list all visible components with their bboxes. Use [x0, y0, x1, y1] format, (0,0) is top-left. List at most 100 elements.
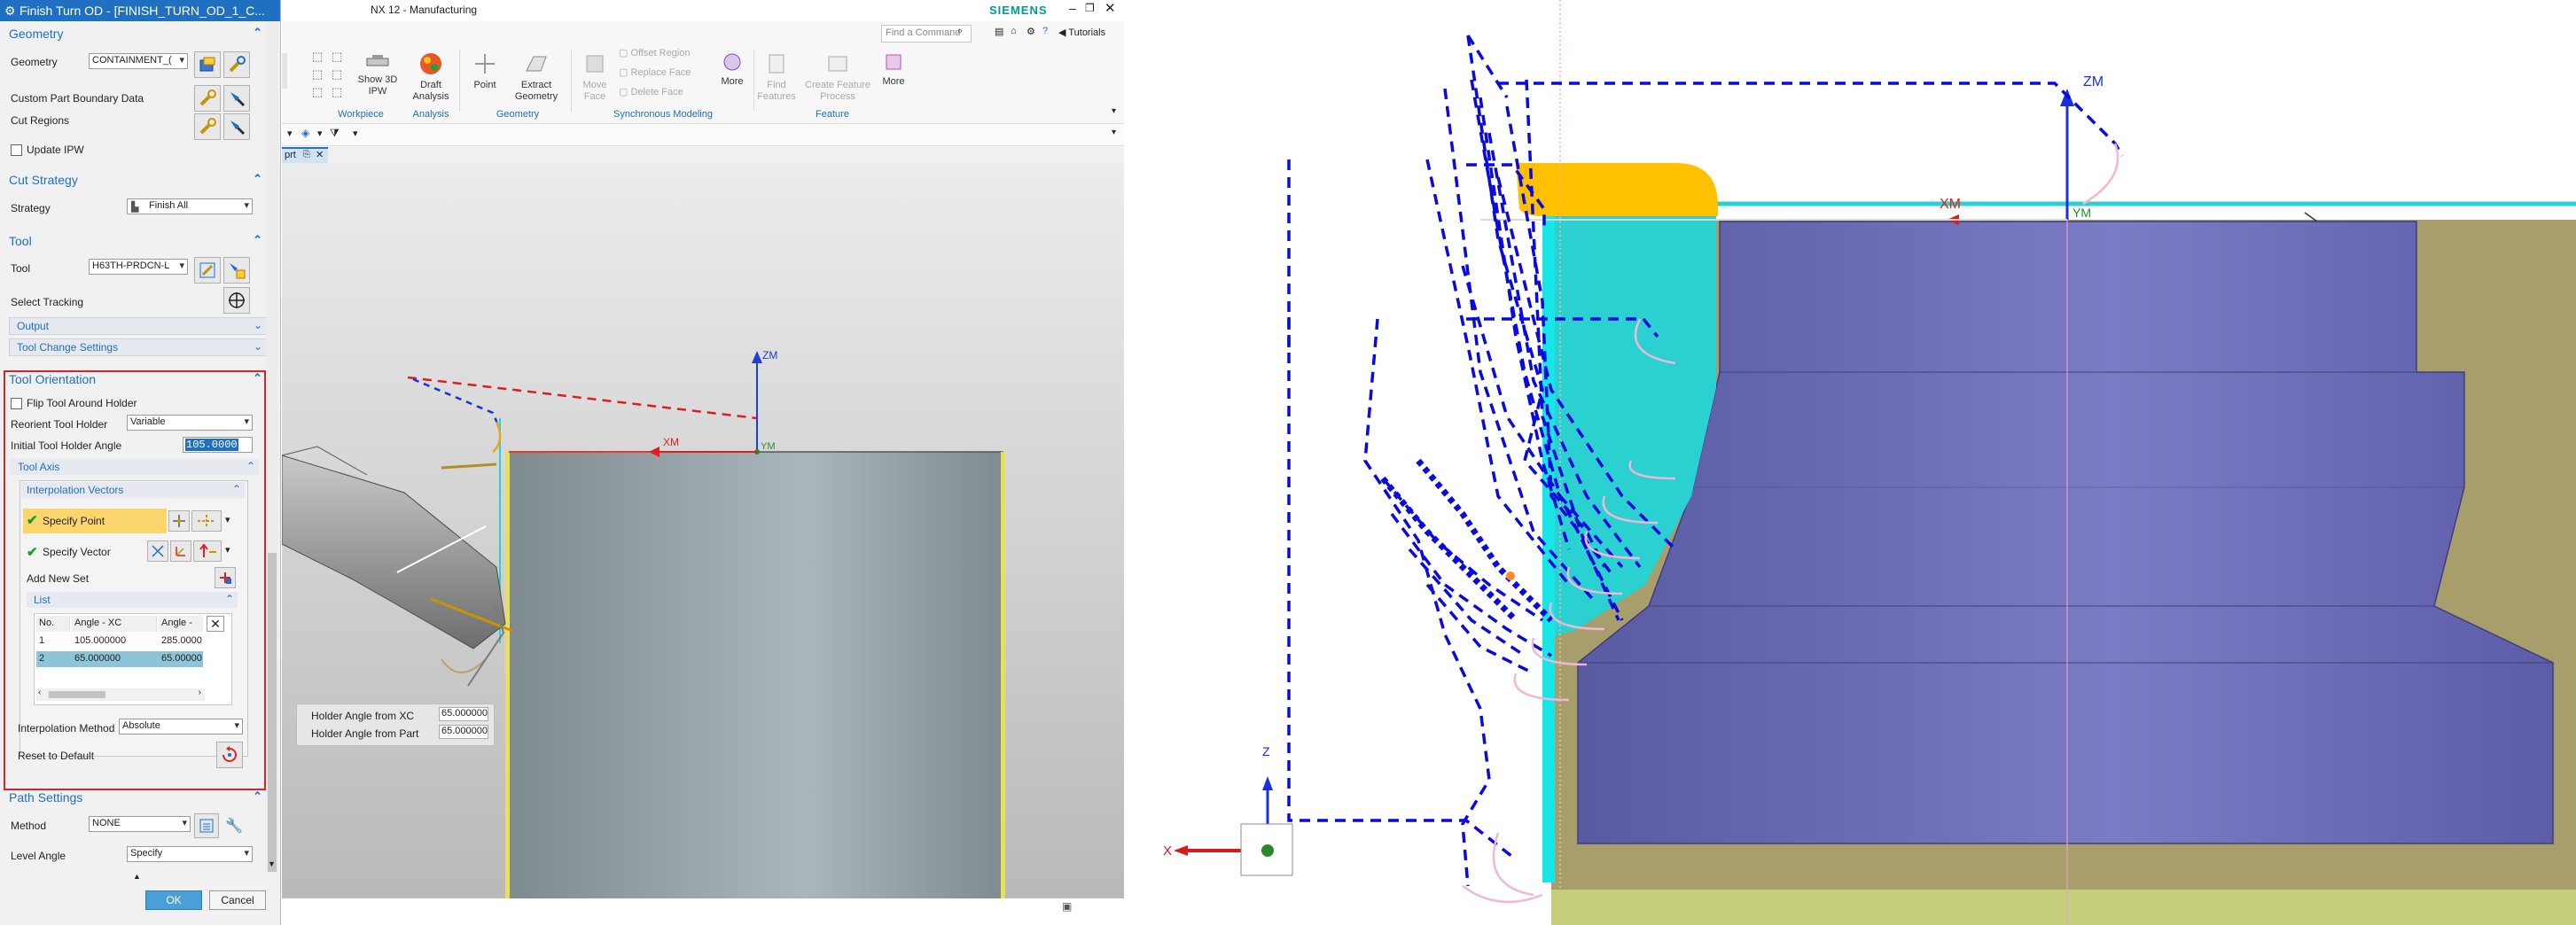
method-edit-button[interactable] [194, 813, 219, 838]
select-geometry-button[interactable] [194, 51, 221, 78]
tab-close-icon[interactable]: ✕ [316, 149, 324, 160]
toolbar-view-dropdown-icon[interactable]: ▾ [317, 128, 323, 139]
edit-tool-button[interactable] [194, 257, 221, 284]
chevron-up-icon[interactable]: ⌃ [232, 483, 241, 495]
table-horizontal-scrollbar[interactable]: ‹ › [36, 688, 205, 701]
collapse-up-icon[interactable]: ▲ [133, 872, 141, 881]
scroll-left-icon[interactable]: ‹ [38, 688, 41, 697]
path-settings-section-header[interactable]: Path Settings ⌃ [0, 789, 266, 806]
chevron-down-icon[interactable]: ▾ [225, 544, 230, 556]
toolbar-options-icon[interactable]: ▾ [1112, 128, 1116, 137]
specify-point-row[interactable]: ✔ Specify Point [23, 509, 167, 533]
table-row-selected[interactable]: 2 65.000000 65.00000 [36, 651, 203, 667]
ok-button[interactable]: OK [145, 890, 202, 910]
chevron-up-icon[interactable]: ⌃ [253, 172, 262, 186]
edit-geometry-button[interactable] [223, 51, 250, 78]
custom-boundary-button[interactable] [194, 85, 221, 112]
tutorials-link[interactable]: ◀ Tutorials [1058, 27, 1105, 38]
point-dialog-button[interactable] [168, 510, 190, 532]
toolbar-filter-dropdown-icon[interactable]: ▾ [353, 128, 358, 139]
holder-part-input[interactable]: 65.000000 [439, 725, 488, 739]
chevron-up-icon[interactable]: ⌃ [225, 593, 234, 605]
chevron-up-icon[interactable]: ⌃ [253, 371, 262, 385]
delete-row-icon[interactable]: ✕ [207, 616, 224, 632]
chevron-down-icon[interactable]: ⌄ [254, 319, 262, 331]
full-screen-icon[interactable]: ▣ [1062, 900, 1072, 913]
display-tool-button[interactable] [223, 257, 250, 284]
scrollbar-thumb[interactable] [49, 691, 105, 698]
offset-region-button[interactable]: ▢ Offset Region [619, 48, 716, 59]
cut-regions-button[interactable] [194, 113, 221, 140]
find-features-button[interactable]: Find Features [757, 51, 796, 103]
list-subsection[interactable]: List ⌃ [27, 592, 238, 608]
geometry-section-header[interactable]: Geometry ⌃ [0, 25, 266, 43]
chevron-up-icon[interactable]: ⌃ [246, 460, 255, 472]
chevron-up-icon[interactable]: ⌃ [253, 26, 262, 40]
initial-angle-input[interactable]: 105.0000 [183, 437, 253, 453]
close-icon[interactable]: ✕ [1105, 0, 1116, 16]
window-icon[interactable]: ▤ [995, 26, 1003, 37]
workpiece-icon-1[interactable]: ⬚ [312, 50, 323, 64]
chevron-up-icon[interactable]: ⌃ [253, 789, 262, 804]
chevron-down-icon[interactable]: ▾ [225, 514, 230, 525]
holder-xc-input[interactable]: 65.000000 [439, 707, 488, 721]
restore-icon[interactable]: ❐ [1085, 2, 1095, 14]
extract-geometry-button[interactable]: Extract Geometry [505, 51, 567, 103]
interpolation-vectors-header[interactable]: Interpolation Vectors ⌃ [21, 482, 245, 498]
create-feature-process-button[interactable]: Create Feature Process [801, 51, 874, 103]
chevron-up-icon[interactable]: ⌃ [253, 233, 262, 247]
cut-strategy-section-header[interactable]: Cut Strategy ⌃ [0, 171, 266, 189]
home-icon[interactable]: ⌂ [1011, 26, 1017, 36]
level-angle-select[interactable]: Specify [127, 846, 253, 862]
reverse-vector-button[interactable] [147, 540, 168, 562]
minimize-icon[interactable]: – [1069, 1, 1076, 15]
geometry-select[interactable]: CONTAINMENT_( [89, 53, 188, 69]
move-face-button[interactable]: Move Face [574, 51, 615, 103]
scrollbar-thumb[interactable] [268, 553, 277, 872]
draft-analysis-button[interactable]: Draft Analysis [406, 51, 456, 103]
chevron-down-icon[interactable]: ⌄ [254, 340, 262, 353]
interp-method-select[interactable]: Absolute [119, 719, 243, 735]
toolbar-view-icon[interactable]: ◈ [301, 127, 309, 139]
vector-dialog-button[interactable] [170, 540, 191, 562]
add-new-set-button[interactable] [215, 567, 236, 588]
help-icon[interactable]: ? [1042, 26, 1048, 36]
workpiece-icon-6[interactable]: ⬚ [332, 85, 342, 99]
select-tracking-button[interactable] [223, 287, 250, 314]
graphics-viewport[interactable]: ZM XM YM Holder Angle from XC 65.000000 … [282, 163, 1124, 898]
vector-type-button[interactable] [193, 540, 222, 562]
reorient-holder-select[interactable]: Variable [127, 415, 253, 431]
workpiece-icon-4[interactable]: ⬚ [332, 67, 342, 82]
ribbon-options-icon[interactable]: ▾ [1112, 106, 1116, 116]
tool-orientation-section-header[interactable]: Tool Orientation ⌃ [0, 370, 266, 388]
more-feature-button[interactable]: More [876, 51, 911, 88]
point-button[interactable]: Point [464, 51, 505, 91]
point-type-button[interactable] [191, 510, 222, 532]
flip-tool-checkbox[interactable] [11, 398, 22, 409]
output-subsection[interactable]: Output ⌄ [9, 317, 268, 335]
tool-change-settings-subsection[interactable]: Tool Change Settings ⌄ [9, 338, 268, 356]
file-tab[interactable]: prt ⎘ ✕ [282, 147, 328, 163]
cancel-button[interactable]: Cancel [209, 890, 266, 910]
search-icon[interactable]: ⌕ [957, 26, 963, 37]
settings-icon[interactable]: ⚙ [1026, 26, 1035, 37]
tool-section-header[interactable]: Tool ⌃ [0, 232, 266, 250]
strategy-select[interactable]: Finish All [127, 198, 253, 214]
delete-face-button[interactable]: ▢ Delete Face [619, 87, 716, 98]
reset-default-button[interactable] [216, 742, 243, 768]
dialog-scrollbar[interactable]: ▼ [266, 21, 278, 872]
toolbar-menu-icon[interactable]: ▾ [287, 128, 293, 139]
custom-boundary-display-button[interactable] [223, 85, 250, 112]
update-ipw-checkbox[interactable] [11, 144, 22, 156]
tool-select[interactable]: H63TH-PRDCN-L [89, 259, 188, 275]
table-row[interactable]: 1 105.000000 285.0000 [36, 634, 203, 649]
scroll-down-icon[interactable]: ▼ [268, 859, 276, 868]
method-select[interactable]: NONE [89, 816, 191, 832]
cut-regions-display-button[interactable] [223, 113, 250, 140]
more-sync-button[interactable]: More [714, 51, 750, 88]
scroll-right-icon[interactable]: › [199, 688, 201, 697]
toolbar-filter-icon[interactable]: ⧩ [330, 127, 340, 140]
workpiece-icon-2[interactable]: ⬚ [332, 50, 342, 64]
workpiece-icon-5[interactable]: ⬚ [312, 85, 323, 99]
workpiece-icon-3[interactable]: ⬚ [312, 67, 323, 82]
